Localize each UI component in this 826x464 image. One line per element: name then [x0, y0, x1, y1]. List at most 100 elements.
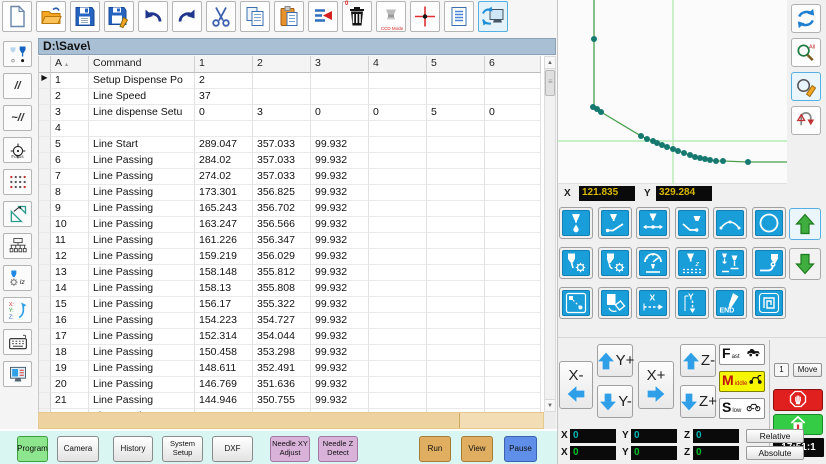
row-selector-cell[interactable]: [39, 185, 51, 201]
focus-button[interactable]: Focus: [3, 137, 32, 163]
step-value-field[interactable]: 1: [774, 363, 789, 377]
table-row[interactable]: 17Line Passing152.314354.04499.932: [39, 329, 544, 345]
refresh-button[interactable]: [791, 4, 821, 33]
tree-view-button[interactable]: [3, 233, 32, 259]
dot-setup-button[interactable]: [559, 247, 593, 279]
zoom-all-button[interactable]: All: [791, 38, 821, 67]
table-row[interactable]: 3Line dispense Setu030050: [39, 105, 544, 121]
table-row[interactable]: ▶1Setup Dispense Po2: [39, 73, 544, 89]
move-point-button[interactable]: [559, 287, 593, 319]
zoom-area-button[interactable]: [791, 72, 821, 101]
x-move-button[interactable]: X: [636, 287, 670, 319]
dot-array-button[interactable]: [3, 169, 32, 195]
bottom-camera-button[interactable]: Camera: [57, 436, 99, 462]
bottom-needle-xy-adjust-button[interactable]: Needle XY Adjust: [270, 436, 310, 462]
program-list-button[interactable]: [444, 1, 474, 32]
save-as-button[interactable]: [104, 1, 134, 32]
cut-button[interactable]: [206, 1, 236, 32]
column-header-a[interactable]: A▴: [51, 56, 89, 73]
jog-yminus-button[interactable]: Y-: [597, 385, 633, 418]
open-folder-button[interactable]: [36, 1, 66, 32]
row-selector-cell[interactable]: [39, 297, 51, 313]
table-row[interactable]: 7Line Passing274.02357.03399.932: [39, 169, 544, 185]
row-selector-cell[interactable]: [39, 169, 51, 185]
new-file-button[interactable]: [2, 1, 32, 32]
program-table[interactable]: A▴Command123456▶1Setup Dispense Po22Line…: [38, 56, 544, 412]
sync-view-button[interactable]: [478, 1, 508, 32]
xyz-jog-button[interactable]: X:Y:Z:: [3, 297, 32, 323]
scroll-thumb[interactable]: [545, 70, 555, 96]
row-selector-cell[interactable]: [39, 265, 51, 281]
row-selector-cell[interactable]: ▶: [39, 73, 51, 89]
row-selector-cell[interactable]: [39, 329, 51, 345]
bottom-history-button[interactable]: History: [113, 436, 153, 462]
column-header-2[interactable]: 2: [253, 56, 311, 73]
redo-button[interactable]: [172, 1, 202, 32]
row-selector-cell[interactable]: [39, 201, 51, 217]
row-selector-cell[interactable]: [39, 249, 51, 265]
column-header-4[interactable]: 4: [369, 56, 427, 73]
spiral-button[interactable]: [752, 287, 786, 319]
row-selector-cell[interactable]: [39, 345, 51, 361]
needle-z-gear-button[interactable]: Iz: [3, 265, 32, 291]
lift-end-button[interactable]: [752, 247, 786, 279]
bottom-system-setup-button[interactable]: System Setup: [162, 436, 203, 462]
dot-dispense-button[interactable]: [559, 207, 593, 239]
ccd-mode-button[interactable]: CCD Mode: [376, 1, 406, 32]
move-button[interactable]: Move: [793, 363, 822, 377]
insert-line-button[interactable]: [308, 1, 338, 32]
parallel-lines-button[interactable]: //: [3, 73, 32, 99]
row-selector-cell[interactable]: [39, 105, 51, 121]
column-header-5[interactable]: 5: [427, 56, 485, 73]
emergency-stop-button[interactable]: [773, 389, 823, 411]
table-row[interactable]: 21Line Passing144.946350.75599.932: [39, 393, 544, 409]
column-header-1[interactable]: 1: [195, 56, 253, 73]
table-row[interactable]: 6Line Passing284.02357.03399.932: [39, 153, 544, 169]
rotate-view-button[interactable]: [791, 106, 821, 135]
green-down-arrow-button[interactable]: [789, 248, 821, 280]
speed-middle-button[interactable]: Middle: [719, 371, 765, 392]
line-passing-button[interactable]: [636, 207, 670, 239]
relative-button[interactable]: Relative: [746, 429, 804, 443]
row-selector-cell[interactable]: [39, 377, 51, 393]
line-end-button[interactable]: [675, 207, 709, 239]
table-row[interactable]: 9Line Passing165.243356.70299.932: [39, 201, 544, 217]
jog-xplus-button[interactable]: X+: [638, 361, 674, 409]
jog-yplus-button[interactable]: Y+: [597, 344, 633, 377]
screen-view-button[interactable]: [3, 361, 32, 387]
bottom-needle-z-detect-button[interactable]: Needle Z Detect: [318, 436, 358, 462]
paste-button[interactable]: [274, 1, 304, 32]
green-up-arrow-button[interactable]: [789, 208, 821, 240]
row-selector-cell[interactable]: [39, 233, 51, 249]
bottom-run-button[interactable]: Run: [419, 436, 451, 462]
table-row[interactable]: 2Line Speed37: [39, 89, 544, 105]
table-row[interactable]: 12Line Passing159.219356.02999.932: [39, 249, 544, 265]
crosshair-button[interactable]: [410, 1, 440, 32]
bottom-program-button[interactable]: Program: [17, 436, 48, 462]
keyboard-button[interactable]: [3, 329, 32, 355]
row-selector-cell[interactable]: [39, 121, 51, 137]
wave-parallel-button[interactable]: ~//: [3, 105, 32, 131]
save-button[interactable]: [70, 1, 100, 32]
fill-area-button[interactable]: [598, 287, 632, 319]
delete-button[interactable]: 0: [342, 1, 372, 32]
table-row[interactable]: 13Line Passing158.148355.81299.932: [39, 265, 544, 281]
table-row[interactable]: 14Line Passing158.13355.80899.932: [39, 281, 544, 297]
path-bar[interactable]: D:\Save\: [38, 38, 556, 55]
bottom-view-button[interactable]: View: [461, 436, 493, 462]
row-selector-cell[interactable]: [39, 281, 51, 297]
step-dispense-button[interactable]: [713, 247, 747, 279]
copy-button[interactable]: [240, 1, 270, 32]
line-start-button[interactable]: [598, 207, 632, 239]
column-header-3[interactable]: 3: [311, 56, 369, 73]
y-move-button[interactable]: Y: [675, 287, 709, 319]
bottom-pause-button[interactable]: Pause: [504, 436, 537, 462]
row-selector-cell[interactable]: [39, 153, 51, 169]
end-mark-button[interactable]: END: [713, 287, 747, 319]
needle-offset-button[interactable]: [3, 41, 32, 67]
test-dispense-button[interactable]: [636, 247, 670, 279]
circle-button[interactable]: [752, 207, 786, 239]
row-selector-cell[interactable]: [39, 137, 51, 153]
table-row[interactable]: 16Line Passing154.223354.72799.932: [39, 313, 544, 329]
row-selector-cell[interactable]: [39, 393, 51, 409]
